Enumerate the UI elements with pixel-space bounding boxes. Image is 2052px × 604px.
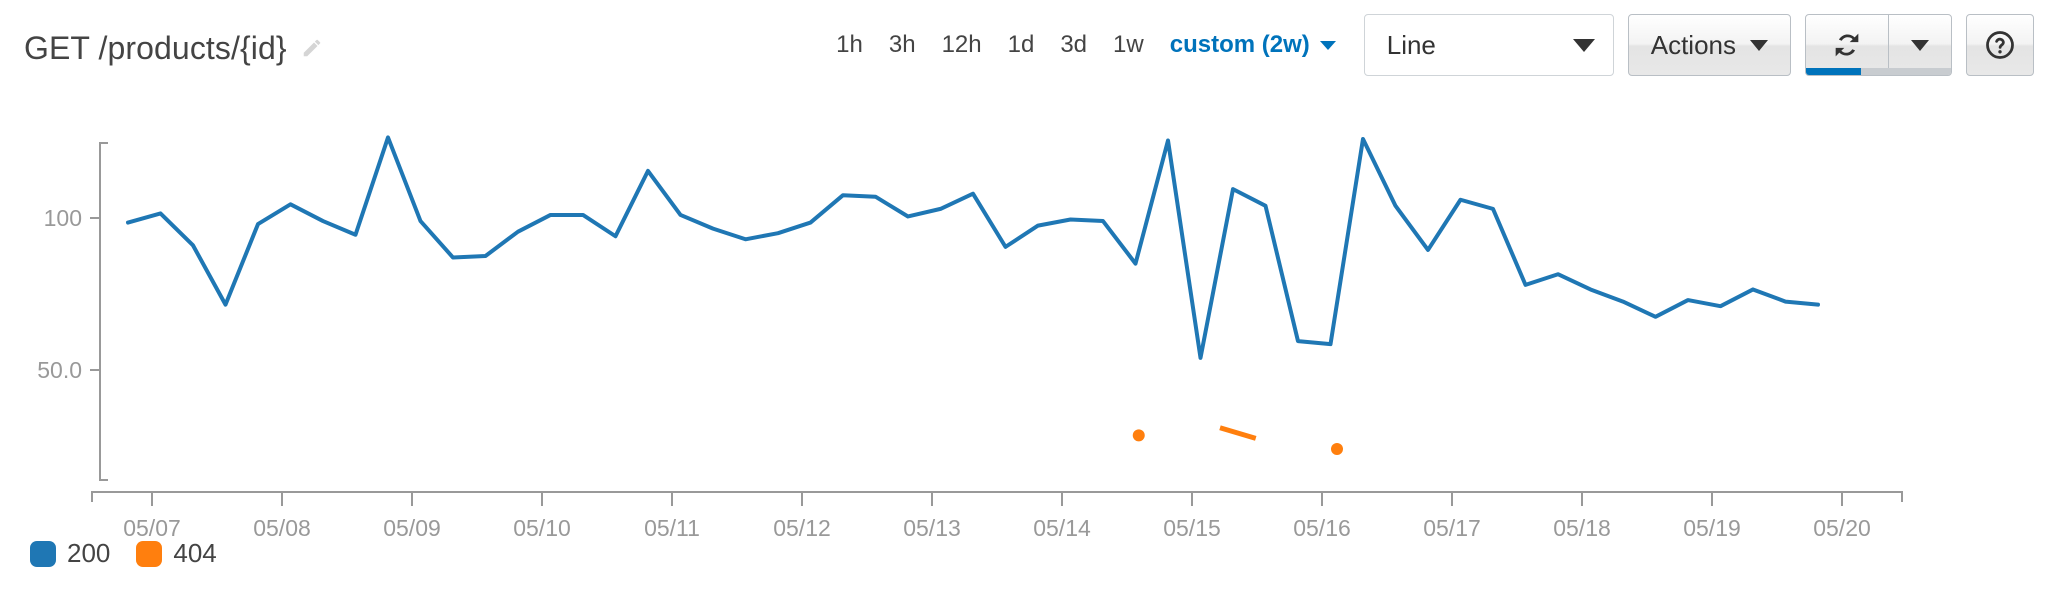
time-range-custom[interactable]: custom (2w) — [1157, 27, 1316, 63]
chevron-down-icon — [1750, 39, 1768, 51]
chevron-down-icon — [1572, 38, 1595, 52]
refresh-progress-track — [1806, 68, 1951, 75]
actions-button[interactable]: Actions — [1627, 14, 1791, 76]
time-range-3h[interactable]: 3h — [876, 27, 929, 63]
chevron-down-icon — [1911, 39, 1929, 51]
chart-legend: 200 404 — [30, 538, 217, 569]
legend-color-swatch — [30, 540, 56, 567]
chart-y-tick-labels: 50.0 100 — [37, 205, 82, 383]
legend-item-404[interactable]: 404 — [136, 538, 217, 569]
refresh-split-button — [1805, 14, 1952, 76]
widget-toolbar: 1h 3h 12h 1d 3d 1w custom (2w) Line Acti… — [823, 14, 2034, 76]
series-segment-404 — [1219, 425, 1257, 441]
chart-x-tick-labels: 05/07 05/08 05/09 05/10 05/11 05/12 05/13 05/14… — [123, 515, 1871, 541]
x-tick-label: 05/11 — [644, 515, 700, 541]
x-tick-label: 05/19 — [1683, 515, 1741, 541]
x-tick-label: 05/08 — [253, 515, 311, 541]
x-tick-label: 05/10 — [513, 515, 571, 541]
time-range-1w[interactable]: 1w — [1100, 27, 1157, 63]
help-icon — [1986, 31, 2014, 59]
y-tick-label: 100 — [44, 205, 82, 231]
metric-line-chart: 50.0100 05/07 05/08 05/09 05/10 05/11 05/12 05… — [37, 135, 1903, 541]
legend-label: 200 — [67, 538, 111, 568]
x-tick-label: 05/15 — [1163, 515, 1221, 541]
metric-widget: GET /products/{id} 1h 3h 12h 1d 3d 1w cu… — [0, 0, 2052, 604]
series-marker-404 — [1331, 443, 1343, 456]
series-line-200 — [126, 135, 1820, 360]
x-tick-label: 05/16 — [1293, 515, 1351, 541]
chart-container[interactable]: 50.0 100 05/07 05/08 05/09 05/10 05/11 05/12 05… — [0, 96, 2052, 556]
x-tick-label: 05/13 — [903, 515, 961, 541]
x-tick-label: 05/20 — [1813, 515, 1871, 541]
y-tick-label: 50.0 — [37, 357, 82, 383]
time-range-3d[interactable]: 3d — [1047, 27, 1100, 63]
help-button[interactable] — [1966, 14, 2034, 76]
legend-item-200[interactable]: 200 — [30, 538, 110, 569]
x-tick-label: 05/09 — [383, 515, 441, 541]
chart-series — [126, 135, 1820, 456]
page-title: GET /products/{id} — [24, 29, 287, 66]
x-tick-label: 05/14 — [1033, 515, 1091, 541]
x-tick-label: 05/17 — [1423, 515, 1481, 541]
refresh-button[interactable] — [1806, 15, 1889, 75]
pencil-icon[interactable] — [301, 37, 323, 59]
widget-header: GET /products/{id} 1h 3h 12h 1d 3d 1w cu… — [0, 0, 2052, 96]
x-tick-label: 05/12 — [773, 515, 831, 541]
title-block: GET /products/{id} — [24, 30, 323, 67]
refresh-options-button[interactable] — [1889, 15, 1951, 75]
chart-type-value: Line — [1386, 29, 1436, 60]
time-range-1h[interactable]: 1h — [823, 27, 876, 63]
refresh-progress-fill — [1806, 68, 1862, 75]
refresh-icon — [1835, 33, 1859, 57]
chevron-down-icon[interactable] — [1319, 40, 1336, 50]
legend-color-swatch — [136, 540, 163, 567]
series-marker-404 — [1132, 429, 1145, 442]
actions-label: Actions — [1650, 29, 1736, 60]
chart-type-select[interactable]: Line — [1363, 14, 1614, 76]
time-range-12h[interactable]: 12h — [929, 27, 995, 63]
time-range-1d[interactable]: 1d — [995, 27, 1048, 63]
x-tick-label: 05/18 — [1553, 515, 1611, 541]
legend-label: 404 — [173, 538, 217, 568]
time-range-selector: 1h 3h 12h 1d 3d 1w custom (2w) — [823, 27, 1348, 63]
chart-axes — [90, 142, 1903, 506]
